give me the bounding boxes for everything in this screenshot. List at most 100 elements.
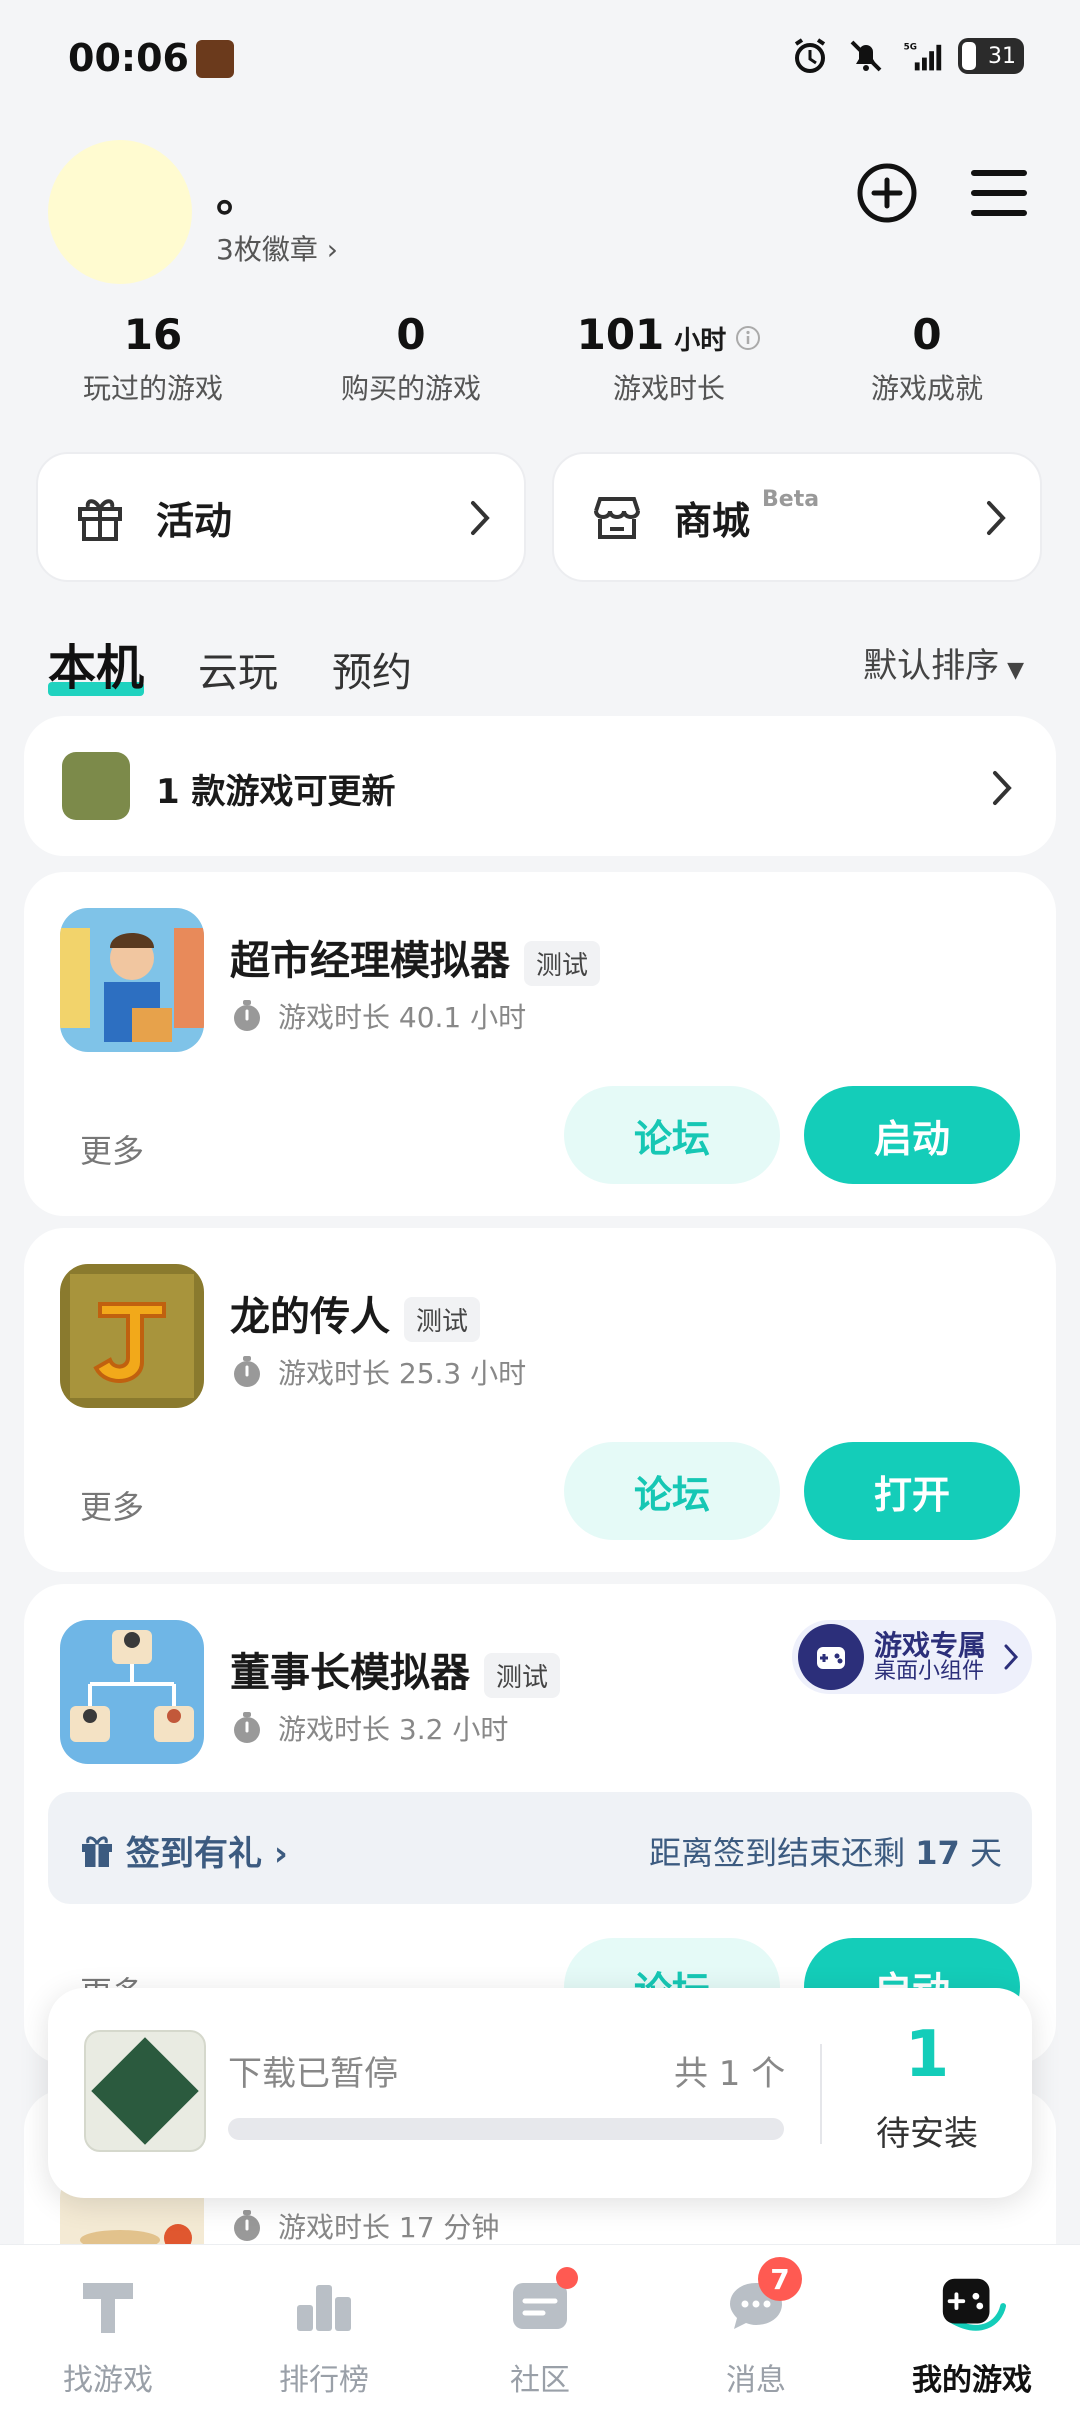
stat-label: 游戏成就 — [870, 372, 983, 405]
game-card: 超市经理模拟器 测试 游戏时长 40.1 小时 更多 论坛 启动 — [24, 872, 1056, 1216]
notification-app-icon — [196, 40, 234, 78]
test-tag: 测试 — [484, 1652, 561, 1698]
test-tag: 测试 — [524, 940, 601, 986]
stat-label: 购买的游戏 — [340, 372, 481, 405]
download-progress-bar — [228, 2118, 784, 2140]
avatar[interactable] — [48, 140, 192, 284]
nav-rankings[interactable]: 排行榜 — [216, 2245, 432, 2412]
find-games-icon — [73, 2271, 143, 2341]
stat-value: 0 — [396, 310, 426, 359]
stat-value: 16 — [123, 310, 183, 359]
hamburger-menu-icon — [971, 170, 1027, 216]
stopwatch-icon — [234, 1356, 260, 1387]
stopwatch-icon — [234, 1712, 260, 1743]
chevron-right-icon — [987, 501, 1006, 535]
bottom-nav: 找游戏 排行榜 社区 7 消息 我的游戏 — [0, 2244, 1080, 2412]
desktop-widget-badge[interactable]: 游戏专属 桌面小组件 — [792, 1620, 1032, 1694]
top-actions — [854, 160, 1032, 226]
game-icon[interactable] — [60, 1620, 204, 1764]
nav-find-games[interactable]: 找游戏 — [0, 2245, 216, 2412]
activity-label: 活动 — [156, 498, 233, 543]
mall-label: 商城 — [674, 498, 751, 543]
game-icon[interactable] — [60, 1264, 204, 1408]
add-button[interactable] — [854, 160, 920, 226]
gift-icon — [78, 499, 122, 541]
badges-link[interactable]: 3枚徽章 › — [216, 228, 338, 268]
sort-label: 默认排序 — [863, 646, 1000, 686]
tab-reserved[interactable]: 预约 — [332, 640, 412, 698]
signin-countdown: 距离签到结束还剩 17 天 — [649, 1828, 1002, 1874]
gift-icon — [82, 1835, 112, 1867]
profile-header: 。 3枚徽章 › — [48, 140, 1032, 290]
test-tag: 测试 — [404, 1296, 481, 1342]
caret-down-icon: ▼ — [1007, 658, 1024, 683]
mall-entry[interactable]: 商城 Beta — [552, 452, 1042, 582]
stat-value: 101 — [576, 310, 665, 359]
nav-my-games[interactable]: 我的游戏 — [864, 2245, 1080, 2412]
stat-purchased-games[interactable]: 0 购买的游戏 — [282, 310, 540, 410]
tab-local[interactable]: 本机 — [48, 628, 145, 698]
status-bar: 00:06 5G 31 — [0, 0, 1080, 120]
download-panel[interactable]: 下载已暂停 共 1 个 1 待安装 — [48, 1988, 1032, 2198]
forum-button[interactable]: 论坛 — [564, 1442, 780, 1540]
game-icon — [62, 752, 130, 820]
signin-bar[interactable]: 签到有礼 › 距离签到结束还剩 17 天 — [48, 1792, 1032, 1904]
activity-entry[interactable]: 活动 — [36, 452, 526, 582]
battery-icon: 31 — [958, 38, 1024, 74]
playtime-text: 游戏时长 17 分钟 — [278, 2211, 500, 2244]
playtime-text: 游戏时长 3.2 小时 — [278, 1713, 509, 1746]
stat-unit: 小时 — [674, 326, 727, 356]
mall-beta-tag: Beta — [762, 486, 820, 512]
open-button[interactable]: 打开 — [804, 1442, 1020, 1540]
message-count-badge: 7 — [758, 2257, 802, 2301]
signin-label: 签到有礼 › — [126, 1834, 288, 1874]
sort-dropdown[interactable]: 默认排序 ▼ — [863, 638, 1024, 687]
chevron-right-icon — [993, 771, 1012, 805]
game-title[interactable]: 董事长模拟器 — [230, 1650, 470, 1696]
stat-achievements[interactable]: 0 游戏成就 — [798, 310, 1056, 410]
unread-dot — [556, 2267, 578, 2289]
playtime: 游戏时长 40.1 小时 — [230, 996, 526, 1036]
menu-button[interactable] — [966, 160, 1032, 226]
chevron-right-icon — [471, 501, 490, 535]
more-link[interactable]: 更多 — [80, 1482, 144, 1528]
stat-played-games[interactable]: 16 玩过的游戏 — [24, 310, 282, 410]
tab-cloud[interactable]: 云玩 — [198, 640, 278, 698]
download-status: 下载已暂停 — [228, 2054, 398, 2094]
nav-label: 社区 — [510, 2363, 570, 2398]
playtime: 游戏时长 3.2 小时 — [230, 1708, 508, 1748]
status-icons: 5G 31 — [790, 36, 1024, 76]
launch-button[interactable]: 启动 — [804, 1086, 1020, 1184]
playtime-text: 游戏时长 25.3 小时 — [278, 1357, 527, 1390]
nav-community[interactable]: 社区 — [432, 2245, 648, 2412]
nav-messages[interactable]: 7 消息 — [648, 2245, 864, 2412]
alarm-icon — [794, 38, 826, 73]
game-card: 龙的传人 测试 游戏时长 25.3 小时 更多 论坛 打开 — [24, 1228, 1056, 1572]
stat-playtime[interactable]: 101 小时 游戏时长 — [540, 310, 798, 410]
game-title[interactable]: 超市经理模拟器 — [230, 938, 510, 984]
more-link[interactable]: 更多 — [80, 1126, 144, 1172]
pending-install-label[interactable]: 待安装 — [822, 2106, 1032, 2155]
download-count: 共 1 个 — [674, 2054, 786, 2094]
playtime: 游戏时长 17 分钟 — [230, 2206, 499, 2246]
gamepad-widget-icon — [798, 1624, 864, 1690]
chevron-right-icon — [1004, 1644, 1019, 1670]
signin-left: 签到有礼 › — [78, 1826, 288, 1875]
forum-button[interactable]: 论坛 — [564, 1086, 780, 1184]
game-title[interactable]: 龙的传人 — [230, 1294, 390, 1340]
game-title-row: 龙的传人 测试 — [230, 1284, 481, 1342]
info-icon[interactable] — [735, 325, 761, 351]
pending-install-count[interactable]: 1 — [822, 2018, 1032, 2092]
playtime: 游戏时长 25.3 小时 — [230, 1352, 526, 1392]
signal-5g-icon: 5G — [904, 43, 942, 71]
update-banner[interactable]: 1 款游戏可更新 — [24, 716, 1056, 856]
stopwatch-icon — [234, 2210, 260, 2241]
nav-label: 排行榜 — [279, 2363, 369, 2398]
countdown-prefix: 距离签到结束还剩 — [649, 1834, 916, 1872]
nav-label: 找游戏 — [63, 2363, 153, 2398]
store-icon — [594, 497, 640, 539]
game-icon[interactable] — [60, 908, 204, 1052]
game-title-row: 超市经理模拟器 测试 — [230, 928, 601, 986]
stat-label: 玩过的游戏 — [82, 372, 223, 405]
username[interactable]: 。 — [216, 160, 260, 224]
